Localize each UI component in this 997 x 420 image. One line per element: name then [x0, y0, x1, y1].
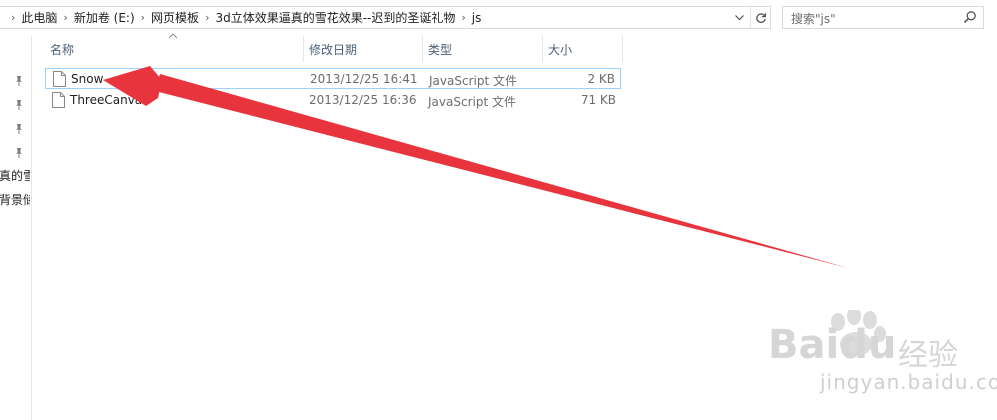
address-bar[interactable]: › 此电脑 › 新加卷 (E:) › 网页模板 › 3d立体效果逼真的雪花效果-…: [0, 6, 771, 29]
column-header-date-label: 修改日期: [309, 42, 358, 57]
breadcrumb-this-pc[interactable]: 此电脑: [21, 9, 57, 26]
column-header-date[interactable]: 修改日期: [303, 36, 422, 62]
column-header-size-label: 大小: [548, 42, 573, 57]
watermark-logo: Baidu: [768, 322, 897, 368]
chevron-right-icon[interactable]: ›: [63, 11, 67, 24]
js-file-icon: [52, 92, 65, 108]
navigation-pane: 真的雪 背景储: [0, 36, 32, 420]
pin-icon[interactable]: [13, 123, 25, 135]
js-file-icon: [53, 71, 66, 87]
file-row-threecanvas[interactable]: ThreeCanvas 2013/12/25 16:36 JavaScript …: [45, 90, 621, 111]
breadcrumb-project[interactable]: 3d立体效果逼真的雪花效果--迟到的圣诞礼物: [215, 9, 455, 26]
pin-icon[interactable]: [13, 99, 25, 111]
watermark-url: jingyan.baidu.com: [820, 370, 997, 394]
search-input[interactable]: 搜索"js": [782, 6, 984, 29]
pin-icon[interactable]: [13, 147, 25, 159]
chevron-right-icon[interactable]: ›: [11, 11, 15, 24]
column-header-name-label: 名称: [50, 42, 75, 57]
file-date: 2013/12/25 16:36: [309, 93, 417, 107]
breadcrumb-drive-e[interactable]: 新加卷 (E:): [74, 9, 135, 26]
column-header-type-label: 类型: [428, 42, 453, 57]
chevron-right-icon[interactable]: ›: [141, 11, 145, 24]
breadcrumb-templates[interactable]: 网页模板: [151, 9, 199, 26]
breadcrumb-js[interactable]: js: [472, 11, 482, 25]
file-size: 2 KB: [587, 72, 615, 86]
file-type: JavaScript 文件: [428, 95, 516, 109]
column-divider[interactable]: [622, 36, 623, 62]
search-icon[interactable]: [963, 10, 977, 24]
file-row-snow[interactable]: Snow 2013/12/25 16:41 JavaScript 文件 2 KB: [45, 68, 621, 89]
search-placeholder: 搜索"js": [791, 12, 836, 26]
chevron-right-icon[interactable]: ›: [461, 11, 465, 24]
column-header-size[interactable]: 大小: [542, 36, 622, 62]
file-name: ThreeCanvas: [70, 93, 149, 107]
column-header-type[interactable]: 类型: [422, 36, 542, 62]
column-header-name[interactable]: 名称: [44, 36, 302, 62]
chevron-right-icon[interactable]: ›: [205, 11, 209, 24]
address-bar-row: › 此电脑 › 新加卷 (E:) › 网页模板 › 3d立体效果逼真的雪花效果-…: [0, 0, 997, 36]
nav-item-folder-1[interactable]: 真的雪: [0, 167, 30, 184]
breadcrumb: › 此电脑 › 新加卷 (E:) › 网页模板 › 3d立体效果逼真的雪花效果-…: [5, 7, 481, 28]
chevron-down-icon[interactable]: [729, 7, 749, 28]
watermark-suffix: 经验: [898, 338, 958, 373]
file-name: Snow: [71, 72, 104, 86]
refresh-icon: [756, 12, 767, 23]
refresh-button[interactable]: [750, 7, 771, 28]
file-size: 71 KB: [580, 93, 616, 107]
file-date: 2013/12/25 16:41: [310, 72, 418, 86]
file-type: JavaScript 文件: [429, 74, 517, 88]
nav-item-folder-2[interactable]: 背景储: [0, 191, 30, 208]
pin-icon[interactable]: [13, 75, 25, 87]
